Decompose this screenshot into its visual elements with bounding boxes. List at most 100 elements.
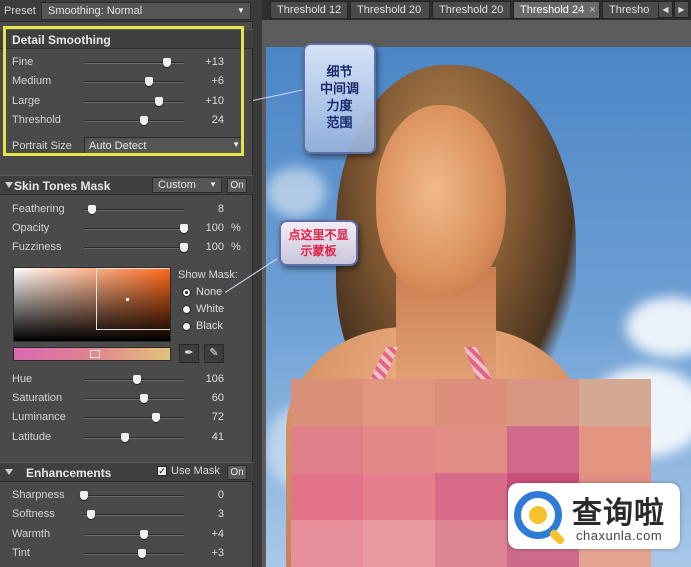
slider-track[interactable]: [84, 228, 184, 230]
use-mask-checkbox[interactable]: ✓: [157, 466, 167, 476]
radio-label: Black: [196, 320, 223, 332]
slider-value[interactable]: 106: [206, 373, 224, 385]
mosaic-block: [291, 520, 363, 567]
mask-radio-none[interactable]: None: [182, 286, 252, 300]
radio-button-icon[interactable]: [182, 322, 191, 331]
slider-thumb[interactable]: [163, 58, 171, 67]
radio-button-icon[interactable]: [182, 288, 191, 297]
mask-radio-white[interactable]: White: [182, 303, 252, 317]
slider-thumb[interactable]: [180, 243, 188, 252]
slider-track[interactable]: [84, 120, 184, 122]
slider-thumb[interactable]: [140, 394, 148, 403]
collapse-triangle-icon[interactable]: [5, 469, 13, 475]
tab-threshold-24[interactable]: Threshold 24 ×: [513, 1, 600, 19]
tab-thresho[interactable]: Thresho: [602, 1, 662, 19]
tab-scroll-right-icon[interactable]: ▶: [674, 1, 689, 18]
slider-label: Sharpness: [12, 489, 65, 501]
skin-mask-on-button[interactable]: On: [227, 178, 247, 193]
color-selection-point: [126, 298, 129, 301]
slider-value[interactable]: 3: [218, 508, 224, 520]
slider-value[interactable]: +6: [211, 75, 224, 87]
hue-range-marker[interactable]: [90, 350, 100, 358]
tab-scroll-left-icon[interactable]: ◀: [658, 1, 673, 18]
cloud: [626, 297, 691, 357]
slider-thumb[interactable]: [155, 97, 163, 106]
slider-track[interactable]: [84, 553, 184, 555]
enhance-slider-sharpness: Sharpness 0: [0, 486, 253, 505]
slider-value[interactable]: 72: [212, 411, 224, 423]
slider-value[interactable]: +10: [205, 95, 224, 107]
annotation-text: 细节: [326, 64, 353, 79]
hsl-slider-hue: Hue 106: [0, 370, 253, 389]
preset-dropdown[interactable]: Smoothing: Normal ▼: [41, 2, 251, 20]
slider-thumb[interactable]: [121, 433, 129, 442]
slider-thumb[interactable]: [140, 530, 148, 539]
slider-track[interactable]: [84, 247, 184, 249]
slider-thumb[interactable]: [145, 77, 153, 86]
portrait-size-dropdown[interactable]: Auto Detect ▼: [84, 137, 244, 154]
tab-threshold-20[interactable]: Threshold 20: [350, 1, 430, 19]
slider-value[interactable]: 8: [218, 203, 224, 215]
slider-track[interactable]: [84, 398, 184, 400]
enhancements-on-button[interactable]: On: [227, 465, 247, 480]
slider-thumb[interactable]: [180, 224, 188, 233]
eyedropper-plus-icon[interactable]: ✎: [204, 344, 224, 363]
slider-thumb[interactable]: [87, 510, 95, 519]
slider-thumb[interactable]: [80, 491, 88, 500]
mask-mode-dropdown[interactable]: Custom ▼: [152, 177, 222, 193]
slider-value[interactable]: 24: [212, 114, 224, 126]
detail-smoothing-header[interactable]: Detail Smoothing: [0, 29, 253, 49]
face: [376, 105, 506, 295]
slider-value[interactable]: +13: [205, 56, 224, 68]
enhance-slider-tint: Tint +3: [0, 544, 253, 563]
slider-value[interactable]: 0: [218, 489, 224, 501]
section-title: Enhancements: [26, 466, 112, 480]
mask-radio-black[interactable]: Black: [182, 320, 252, 334]
watermark: 查询啦 chaxunla.com: [508, 483, 680, 549]
tab-label: Threshold 20: [357, 4, 422, 16]
slider-track[interactable]: [84, 209, 184, 211]
hue-range-bar[interactable]: [13, 347, 171, 361]
slider-track[interactable]: [84, 534, 184, 536]
magnifier-logo-icon: [514, 491, 562, 539]
slider-label: Hue: [12, 373, 33, 385]
slider-label: Threshold: [12, 114, 61, 126]
slider-value[interactable]: +3: [211, 547, 224, 559]
slider-track[interactable]: [84, 437, 184, 439]
settings-panel: Preset Smoothing: Normal ▼ Detail Smooth…: [0, 0, 253, 567]
slider-track[interactable]: [84, 417, 184, 419]
slider-thumb[interactable]: [133, 375, 141, 384]
mosaic-block: [507, 426, 579, 473]
slider-track[interactable]: [84, 495, 184, 497]
slider-thumb[interactable]: [138, 549, 146, 558]
detail-slider-medium: Medium +6: [0, 72, 253, 91]
mosaic-block: [291, 473, 363, 520]
slider-track[interactable]: [84, 101, 184, 103]
collapse-triangle-icon[interactable]: [5, 182, 13, 188]
slider-thumb[interactable]: [140, 116, 148, 125]
chevron-down-icon: ▼: [237, 6, 245, 15]
slider-thumb[interactable]: [88, 205, 96, 214]
skin-color-picker[interactable]: [13, 267, 171, 342]
mosaic-block: [291, 426, 363, 473]
slider-value[interactable]: 41: [212, 431, 224, 443]
slider-value[interactable]: 60: [212, 392, 224, 404]
slider-value[interactable]: 100: [206, 241, 224, 253]
color-selection-box[interactable]: [96, 268, 170, 330]
annotation-bubble-detail: 细节 中间调 力度 范围: [303, 43, 376, 154]
portrait-size-value: Auto Detect: [89, 140, 147, 152]
slider-track[interactable]: [84, 514, 184, 516]
tab-threshold-20[interactable]: Threshold 20: [432, 1, 511, 19]
slider-value[interactable]: +4: [211, 528, 224, 540]
eyedropper-icon[interactable]: ✒: [179, 344, 199, 363]
document-tabs: Threshold 12 Threshold 20 Threshold 20 Thre…: [262, 0, 691, 20]
slider-label: Tint: [12, 547, 30, 559]
slider-track[interactable]: [84, 81, 184, 83]
section-title: Detail Smoothing: [12, 33, 111, 47]
tab-label: Threshold 12: [277, 4, 342, 16]
close-icon[interactable]: ×: [589, 4, 595, 16]
radio-button-icon[interactable]: [182, 305, 191, 314]
slider-value[interactable]: 100: [206, 222, 224, 234]
tab-threshold-12[interactable]: Threshold 12: [270, 1, 348, 19]
slider-thumb[interactable]: [152, 413, 160, 422]
